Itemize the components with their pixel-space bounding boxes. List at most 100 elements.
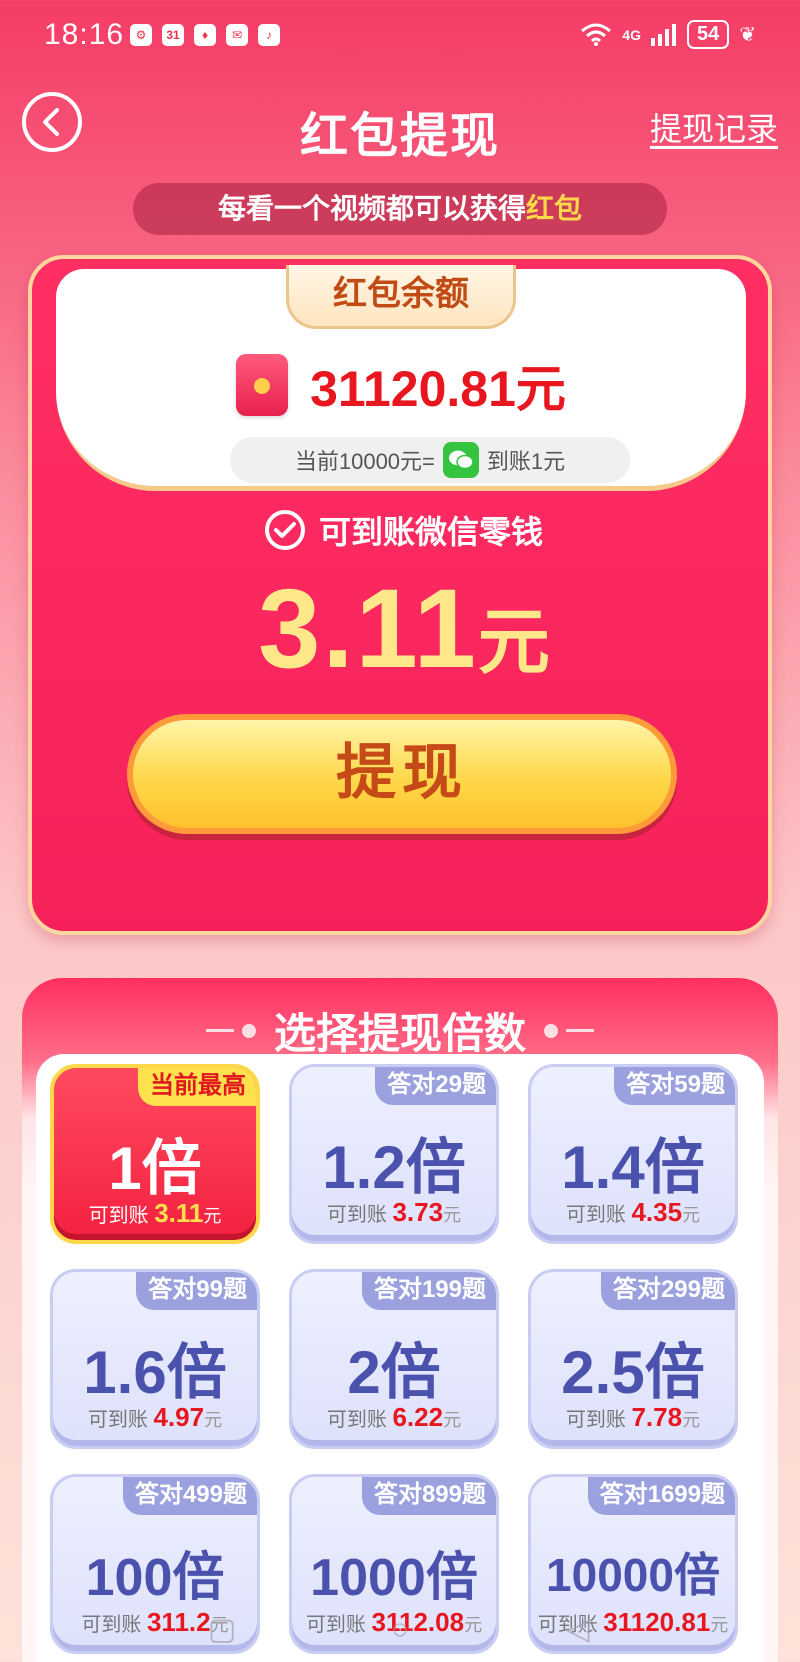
option-arrival-label: 可到账: [81, 1614, 142, 1636]
leaf-icon: ❦: [739, 24, 756, 46]
option-arrival: 可到账 3.73元: [292, 1197, 496, 1228]
multiplier-option-3[interactable]: 答对59题 1.4倍 可到账 4.35元: [528, 1064, 738, 1244]
multiplier-section-header: 选择提现倍数: [22, 1000, 778, 1061]
status-bar: 18:16 ⚙ 31 ♦ ✉ ♪ 4G 54 ❦: [0, 0, 800, 72]
option-unit: 元: [443, 1205, 462, 1225]
option-arrival: 可到账 31120.81元: [531, 1607, 735, 1638]
status-indicators: 4G 54 ❦: [580, 20, 756, 49]
option-value: 4.35: [631, 1197, 683, 1227]
option-value: 3.11: [154, 1198, 204, 1228]
check-circle-icon: [264, 510, 305, 550]
rate-left-text: 当前10000元=: [294, 449, 435, 474]
wechat-icon: [442, 442, 479, 478]
option-unit: 元: [710, 1615, 729, 1635]
arrival-note: 可到账微信零钱: [32, 507, 776, 553]
option-arrival: 可到账 311.2元: [53, 1607, 257, 1638]
status-app-icons: ⚙ 31 ♦ ✉ ♪: [130, 24, 280, 46]
option-arrival-label: 可到账: [326, 1204, 387, 1226]
withdraw-amount-unit: 元: [477, 603, 550, 683]
option-badge: 答对59题: [614, 1067, 735, 1105]
balance-panel: 红包余额 31120.81元 当前10000元= 到账1元: [56, 265, 746, 491]
status-time: 18:16: [44, 18, 125, 51]
option-badge: 答对899题: [361, 1477, 496, 1515]
option-unit: 元: [203, 1206, 222, 1226]
wifi-icon: [581, 23, 612, 46]
multiplier-section: 选择提现倍数 当前最高 1倍 可到账 3.11元 答对29题 1.2倍 可到账 …: [22, 978, 778, 1662]
option-unit: 元: [204, 1410, 223, 1430]
promo-text: 每看一个视频都可以获得: [217, 193, 526, 224]
balance-row: 31120.81元: [56, 349, 746, 421]
option-value: 7.78: [631, 1402, 683, 1432]
arrival-note-text: 可到账微信零钱: [318, 514, 543, 550]
option-arrival: 可到账 4.97元: [53, 1402, 257, 1433]
rate-right-text: 到账1元: [486, 449, 566, 474]
option-arrival: 可到账 4.35元: [531, 1197, 735, 1228]
option-arrival: 可到账 3.11元: [54, 1198, 256, 1229]
option-arrival-label: 可到账: [87, 1409, 148, 1431]
multiplier-option-7[interactable]: 答对499题 100倍 可到账 311.2元: [50, 1474, 260, 1654]
option-arrival-label: 可到账: [537, 1614, 598, 1636]
option-arrival-label: 可到账: [326, 1409, 387, 1431]
red-packet-icon: [236, 354, 289, 416]
multiplier-section-title: 选择提现倍数: [273, 1010, 526, 1057]
multiplier-option-6[interactable]: 答对299题 2.5倍 可到账 7.78元: [528, 1269, 738, 1449]
multiplier-option-9[interactable]: 答对1699题 10000倍 可到账 31120.81元: [528, 1474, 738, 1654]
exchange-rate-pill: 当前10000元= 到账1元: [230, 437, 630, 483]
multiplier-option-5[interactable]: 答对199题 2倍 可到账 6.22元: [289, 1269, 499, 1449]
withdraw-amount: 3.11元: [32, 564, 776, 693]
option-badge: 答对199题: [361, 1272, 496, 1310]
option-value: 311.2: [146, 1607, 211, 1637]
network-type: 4G: [622, 26, 641, 43]
option-arrival-label: 可到账: [565, 1204, 626, 1226]
battery-indicator: 54: [686, 20, 730, 49]
option-arrival: 可到账 7.78元: [531, 1402, 735, 1433]
option-unit: 元: [443, 1410, 462, 1430]
settings-icon: ⚙: [130, 24, 152, 46]
multiplier-option-4[interactable]: 答对99题 1.6倍 可到账 4.97元: [50, 1269, 260, 1449]
option-badge: 当前最高: [138, 1068, 256, 1106]
title-decoration-left: [205, 1023, 256, 1038]
option-multiplier: 1.6倍: [83, 1339, 227, 1406]
multiplier-option-2[interactable]: 答对29题 1.2倍 可到账 3.73元: [289, 1064, 499, 1244]
option-value: 4.97: [153, 1402, 205, 1432]
music-icon: ♪: [258, 24, 280, 46]
calendar-icon: 31: [162, 24, 184, 46]
balance-label: 红包余额: [286, 265, 516, 329]
balance-amount: 31120.81元: [310, 361, 566, 417]
promo-banner: 每看一个视频都可以获得红包: [133, 183, 667, 235]
option-value: 3112.08: [371, 1607, 465, 1637]
multiplier-options: 当前最高 1倍 可到账 3.11元 答对29题 1.2倍 可到账 3.73元 答…: [36, 1054, 764, 1662]
option-badge: 答对1699题: [587, 1477, 735, 1515]
withdraw-history-link[interactable]: 提现记录: [650, 104, 778, 150]
option-arrival: 可到账 3112.08元: [292, 1607, 496, 1638]
signal-icon: [650, 23, 676, 46]
option-badge: 答对299题: [600, 1272, 735, 1310]
option-unit: 元: [210, 1615, 229, 1635]
withdraw-button[interactable]: 提现: [127, 714, 677, 834]
option-multiplier: 1000倍: [310, 1549, 478, 1607]
option-multiplier: 1倍: [108, 1135, 202, 1202]
option-badge: 答对499题: [122, 1477, 257, 1515]
promo-highlight: 红包: [526, 193, 583, 224]
option-multiplier: 2倍: [347, 1339, 441, 1406]
option-value: 31120.81: [603, 1607, 711, 1637]
withdraw-amount-number: 3.11: [258, 566, 478, 691]
option-arrival-label: 可到账: [565, 1409, 626, 1431]
option-arrival-label: 可到账: [88, 1205, 149, 1227]
option-multiplier: 10000倍: [546, 1549, 720, 1601]
game-icon: ♦: [194, 24, 216, 46]
option-multiplier: 2.5倍: [561, 1339, 705, 1406]
multiplier-option-1[interactable]: 当前最高 1倍 可到账 3.11元: [50, 1064, 260, 1244]
option-arrival: 可到账 6.22元: [292, 1402, 496, 1433]
option-unit: 元: [682, 1205, 701, 1225]
option-unit: 元: [682, 1410, 701, 1430]
option-unit: 元: [464, 1615, 483, 1635]
option-badge: 答对29题: [375, 1067, 496, 1105]
withdraw-card: 红包余额 31120.81元 当前10000元= 到账1元 可到账微信零钱 3.…: [28, 255, 772, 935]
multiplier-option-8[interactable]: 答对899题 1000倍 可到账 3112.08元: [289, 1474, 499, 1654]
option-multiplier: 100倍: [85, 1549, 225, 1607]
option-value: 3.73: [392, 1197, 444, 1227]
option-value: 6.22: [392, 1402, 444, 1432]
option-multiplier: 1.2倍: [322, 1134, 466, 1201]
gift-icon: ✉: [226, 24, 248, 46]
